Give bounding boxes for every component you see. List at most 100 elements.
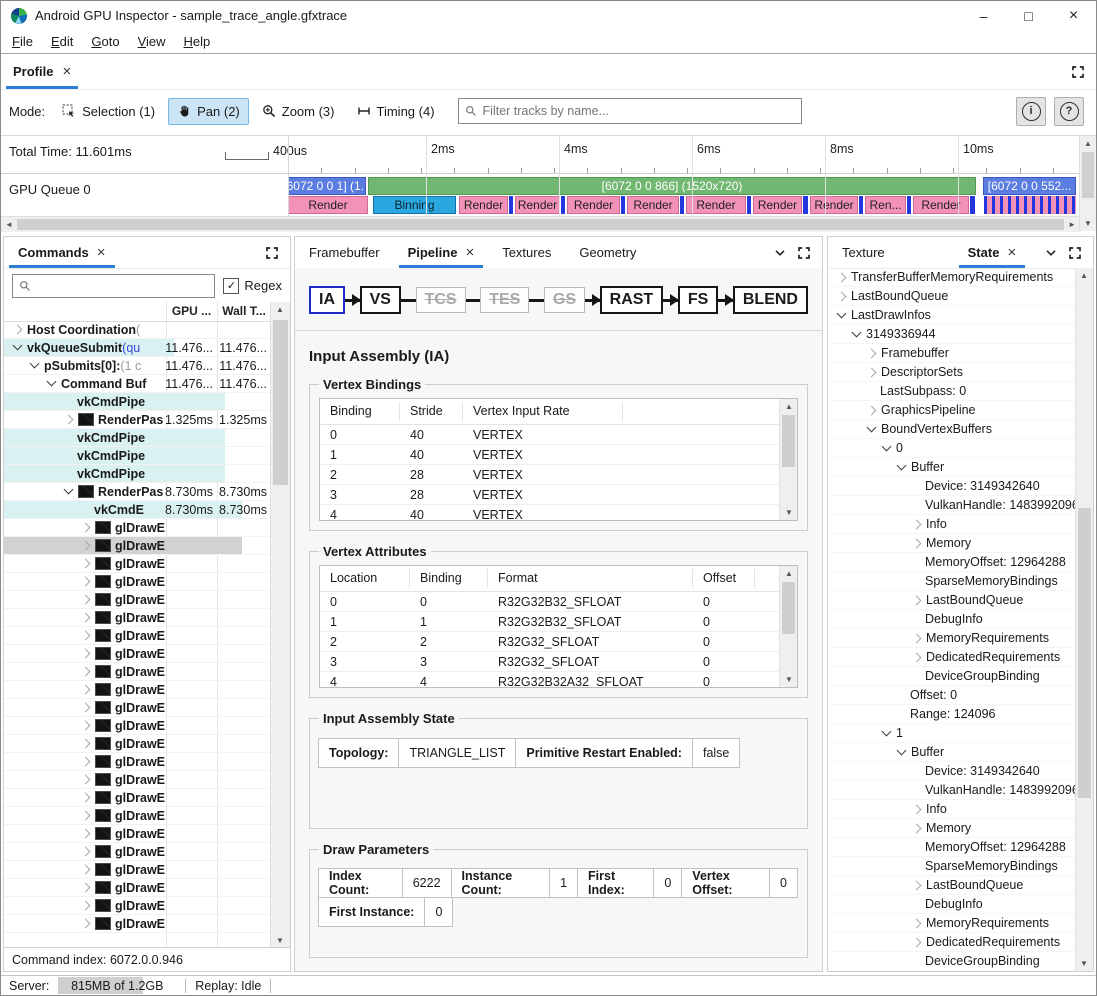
timeline-slice-binning[interactable]: Binning xyxy=(373,196,456,214)
chevron-down-icon[interactable] xyxy=(852,327,862,337)
column-header[interactable]: Vertex Input Rate xyxy=(463,402,623,421)
command-tree-row[interactable]: glDrawE xyxy=(4,573,271,591)
state-tree-row[interactable]: DebugInfo xyxy=(828,610,1076,629)
fullscreen-icon[interactable] xyxy=(798,247,810,259)
scroll-right-icon[interactable]: ► xyxy=(1068,217,1076,232)
chevron-down-icon[interactable] xyxy=(897,460,907,470)
state-tree-row[interactable]: MemoryOffset: 12964288 xyxy=(828,838,1076,857)
state-tree-row[interactable]: VulkanHandle: 1483992096 xyxy=(828,496,1076,515)
chevron-right-icon[interactable] xyxy=(81,649,91,659)
state-tree-row[interactable]: LastDrawInfos xyxy=(828,306,1076,325)
chevron-right-icon[interactable] xyxy=(912,880,922,890)
stage-tcs[interactable]: TCS xyxy=(416,287,466,313)
state-tree-row[interactable]: Device: 3149342640 xyxy=(828,477,1076,496)
chevron-right-icon[interactable] xyxy=(912,937,922,947)
tab-commands-close-icon[interactable]: × xyxy=(97,244,106,261)
command-name-cell[interactable]: pSubmits[0]: (1 c xyxy=(4,357,191,375)
tab-commands[interactable]: Commands × xyxy=(4,237,120,268)
state-scrollbar[interactable]: ▲ ▼ xyxy=(1075,268,1093,971)
timeline-slice-stripes[interactable] xyxy=(984,196,1076,214)
command-tree-row[interactable]: glDrawE xyxy=(4,537,271,555)
command-tree-row[interactable]: glDrawE xyxy=(4,591,271,609)
chevron-right-icon[interactable] xyxy=(837,272,847,282)
menu-item-edit[interactable]: Edit xyxy=(42,32,82,51)
state-tree-row[interactable]: Offset: 0 xyxy=(828,686,1076,705)
minimize-button[interactable]: – xyxy=(961,1,1006,30)
command-tree-row[interactable]: vkQueueSubmit(qu11.476...11.476... xyxy=(4,339,271,357)
chevron-right-icon[interactable] xyxy=(64,415,74,425)
timeline-slice-render[interactable]: Ren... xyxy=(865,196,906,214)
table-row[interactable]: 440VERTEX xyxy=(320,505,780,521)
fullscreen-icon[interactable] xyxy=(266,247,278,259)
state-tree-row[interactable]: Range: 124096 xyxy=(828,705,1076,724)
command-tree-row[interactable]: glDrawE xyxy=(4,879,271,897)
column-gpu[interactable]: GPU ... xyxy=(166,304,217,318)
state-tree-row[interactable]: VulkanHandle: 1483992096 xyxy=(828,781,1076,800)
state-tree-row[interactable]: BoundVertexBuffers xyxy=(828,420,1076,439)
table-row[interactable]: 22R32G32_SFLOAT0 xyxy=(320,632,780,652)
column-header[interactable]: Binding xyxy=(410,569,488,588)
scroll-down-icon[interactable]: ▼ xyxy=(276,933,284,948)
chevron-right-icon[interactable] xyxy=(867,348,877,358)
state-tree-row[interactable]: Info xyxy=(828,800,1076,819)
menu-item-help[interactable]: Help xyxy=(175,32,220,51)
column-header[interactable]: Stride xyxy=(400,402,463,421)
fullscreen-icon[interactable] xyxy=(1069,247,1081,259)
chevron-down-icon[interactable] xyxy=(882,726,892,736)
state-tree-row[interactable]: DeviceGroupBinding xyxy=(828,667,1076,686)
column-header[interactable]: Location xyxy=(320,569,410,588)
chevron-down-icon[interactable] xyxy=(774,247,786,259)
column-header[interactable]: Offset xyxy=(693,569,755,588)
table-scrollbar[interactable]: ▲▼ xyxy=(779,399,797,520)
chevron-right-icon[interactable] xyxy=(912,652,922,662)
tab-geometry[interactable]: Geometry xyxy=(565,237,650,268)
state-tree-row[interactable]: LastBoundQueue xyxy=(828,876,1076,895)
chevron-down-icon[interactable] xyxy=(1045,247,1057,259)
command-tree-row[interactable]: Command Buf11.476...11.476... xyxy=(4,375,271,393)
menu-item-goto[interactable]: Goto xyxy=(82,32,128,51)
commands-search-input[interactable] xyxy=(12,274,215,298)
regex-checkbox[interactable]: ✓ xyxy=(223,278,239,294)
state-tree-row[interactable]: DescriptorSets xyxy=(828,363,1076,382)
command-tree-row[interactable]: glDrawE xyxy=(4,789,271,807)
commands-scrollbar[interactable]: ▲ ▼ xyxy=(270,302,290,948)
table-row[interactable]: 11R32G32B32_SFLOAT0 xyxy=(320,612,780,632)
column-header[interactable]: Binding xyxy=(320,402,400,421)
chevron-right-icon[interactable] xyxy=(912,804,922,814)
chevron-right-icon[interactable] xyxy=(912,538,922,548)
stage-blend[interactable]: BLEND xyxy=(733,286,808,314)
chevron-right-icon[interactable] xyxy=(81,901,91,911)
command-tree-row[interactable]: glDrawE xyxy=(4,555,271,573)
chevron-right-icon[interactable] xyxy=(81,595,91,605)
chevron-right-icon[interactable] xyxy=(912,918,922,928)
command-tree-row[interactable]: pSubmits[0]: (1 c11.476...11.476... xyxy=(4,357,271,375)
close-button[interactable]: × xyxy=(1051,1,1096,30)
chevron-right-icon[interactable] xyxy=(81,559,91,569)
chevron-down-icon[interactable] xyxy=(47,377,57,387)
timeline-slice-render[interactable]: Render xyxy=(288,196,368,214)
timeline-ruler[interactable]: Total Time: 11.601ms 400us 2ms4ms6ms8ms1… xyxy=(1,136,1080,174)
chevron-right-icon[interactable] xyxy=(912,823,922,833)
tab-profile[interactable]: Profile × xyxy=(1,54,83,89)
state-tree-row[interactable]: LastBoundQueue xyxy=(828,591,1076,610)
chevron-right-icon[interactable] xyxy=(867,367,877,377)
chevron-right-icon[interactable] xyxy=(81,631,91,641)
chevron-down-icon[interactable] xyxy=(867,422,877,432)
command-tree-row[interactable]: glDrawE xyxy=(4,735,271,753)
menu-item-view[interactable]: View xyxy=(129,32,175,51)
state-tree-row[interactable]: TransferBufferMemoryRequirements xyxy=(828,268,1076,287)
command-tree-row[interactable]: glDrawE xyxy=(4,771,271,789)
timeline-slice-render[interactable]: Render xyxy=(627,196,679,214)
state-tree-row[interactable]: MemoryOffset: 12964288 xyxy=(828,553,1076,572)
state-tree-row[interactable]: DeviceGroupBinding xyxy=(828,952,1076,971)
command-tree-row[interactable]: glDrawE xyxy=(4,897,271,915)
chevron-down-icon[interactable] xyxy=(882,441,892,451)
command-tree-row[interactable]: vkCmdPipe xyxy=(4,429,271,447)
tab-texture[interactable]: Texture xyxy=(828,237,899,268)
command-name-cell[interactable]: Host Coordination ( xyxy=(4,321,174,339)
state-tree-row[interactable]: 3149336944 xyxy=(828,325,1076,344)
chevron-down-icon[interactable] xyxy=(64,485,74,495)
scroll-down-icon[interactable]: ▼ xyxy=(1084,216,1092,231)
scroll-up-icon[interactable]: ▲ xyxy=(785,399,793,414)
maximize-button[interactable]: □ xyxy=(1006,1,1051,30)
